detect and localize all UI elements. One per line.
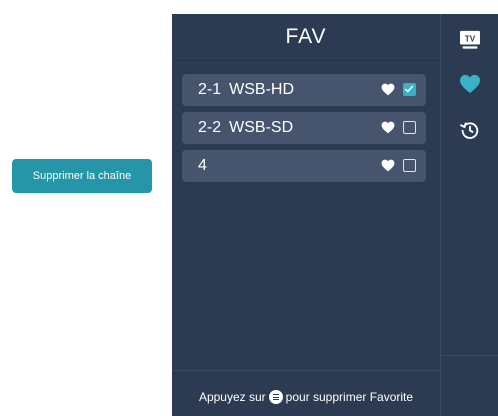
divider (172, 60, 440, 61)
tv-icon-graphic: TV (460, 30, 480, 49)
select-checkbox[interactable] (403, 159, 416, 172)
tv-icon-text: TV (465, 34, 476, 43)
side-menu: TV (440, 14, 498, 416)
heart-icon[interactable] (458, 72, 482, 96)
heart-icon (381, 159, 395, 172)
history-icon-graphic (459, 122, 479, 139)
favorites-panel: FAV 2-1 WSB-HD 2-2 WSB-SD 4 Appuyez sur … (172, 14, 498, 416)
menu-button-icon (268, 390, 283, 404)
checkmark-icon (404, 85, 414, 93)
hint-prefix: Appuyez sur (198, 390, 266, 404)
divider (441, 355, 498, 356)
history-icon[interactable] (458, 118, 482, 142)
divider (172, 370, 440, 371)
heart-icon-graphic (460, 74, 480, 94)
channel-list: 2-1 WSB-HD 2-2 WSB-SD 4 (182, 74, 426, 188)
tv-icon[interactable]: TV (458, 28, 482, 52)
hint-text: Appuyez sur pour supprimer Favorite (172, 386, 440, 408)
channel-row[interactable]: 2-1 WSB-HD (182, 74, 426, 106)
select-checkbox[interactable] (403, 121, 416, 134)
channel-name: WSB-SD (229, 119, 294, 136)
channel-number: 4 (198, 157, 207, 174)
channel-name: WSB-HD (229, 81, 295, 98)
heart-icon (381, 121, 395, 134)
hint-suffix: pour supprimer Favorite (285, 390, 414, 404)
remove-channel-button[interactable]: Supprimer la chaîne (12, 159, 152, 193)
heart-icon (381, 83, 395, 96)
channel-row[interactable]: 2-2 WSB-SD (182, 112, 426, 144)
channel-number: 2-1 (198, 81, 222, 98)
select-checkbox[interactable] (403, 83, 416, 96)
panel-title: FAV (285, 25, 327, 48)
channel-number: 2-2 (198, 119, 222, 136)
channel-row[interactable]: 4 (182, 150, 426, 182)
